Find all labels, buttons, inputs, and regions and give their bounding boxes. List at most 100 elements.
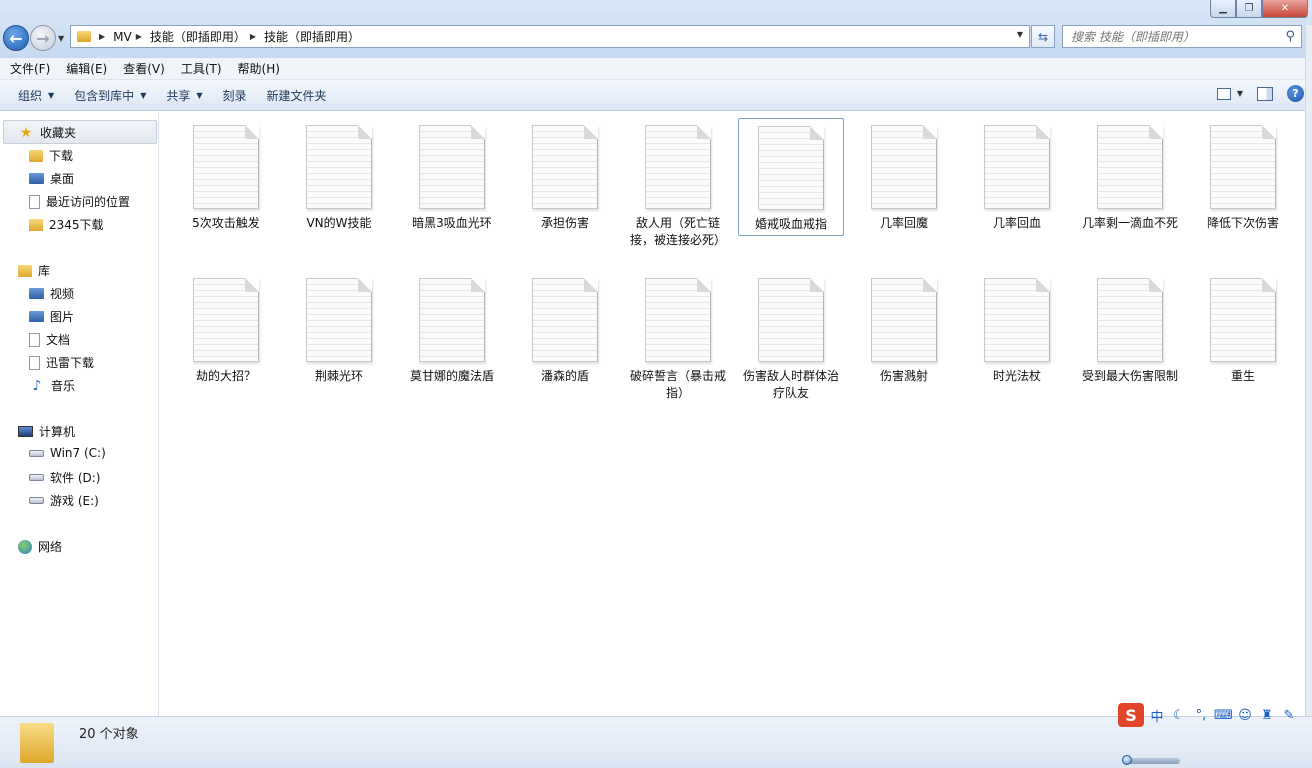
- search-box[interactable]: ⚲: [1062, 25, 1302, 48]
- file-name: 降低下次伤害: [1206, 216, 1279, 230]
- file-item[interactable]: VN的W技能: [286, 118, 392, 232]
- search-input[interactable]: [1071, 29, 1271, 44]
- share-button[interactable]: 共享 ▼: [156, 87, 212, 104]
- file-item[interactable]: 伤害溅射: [851, 271, 957, 385]
- nav-drive-d[interactable]: 软件 (D:): [29, 469, 100, 486]
- nav-label: 最近访问的位置: [46, 195, 131, 209]
- nav-computer[interactable]: 计算机: [18, 423, 75, 440]
- chevron-right-icon[interactable]: ▶: [250, 32, 256, 41]
- file-item[interactable]: 潘森的盾: [512, 271, 618, 385]
- file-item[interactable]: 受到最大伤害限制: [1077, 271, 1183, 385]
- file-item[interactable]: 荆棘光环: [286, 271, 392, 385]
- recent-pages-dropdown-icon[interactable]: ▼: [58, 34, 64, 43]
- file-name: 承担伤害: [540, 216, 589, 230]
- skin-icon[interactable]: ♜: [1258, 708, 1276, 723]
- menu-view[interactable]: 查看(V): [115, 60, 173, 77]
- ime-language[interactable]: 中: [1148, 706, 1166, 725]
- file-name: 伤害溅射: [879, 369, 928, 383]
- nav-favorites[interactable]: ★ 收藏夹: [18, 124, 76, 141]
- vertical-scrollbar[interactable]: [1305, 25, 1312, 725]
- file-item[interactable]: 重生: [1190, 271, 1296, 385]
- nav-2345-downloads[interactable]: 2345下载: [29, 216, 104, 233]
- text-file-icon: [306, 278, 372, 362]
- nav-pictures[interactable]: 图片: [29, 308, 74, 325]
- file-item[interactable]: 时光法杖: [964, 271, 1070, 385]
- minimize-button[interactable]: ▁: [1210, 0, 1236, 18]
- menu-edit[interactable]: 编辑(E): [58, 60, 115, 77]
- nav-downloads[interactable]: 下载: [29, 147, 73, 164]
- preview-pane-icon[interactable]: [1257, 86, 1273, 101]
- file-name: 几率回魔: [879, 216, 928, 230]
- nav-drive-e[interactable]: 游戏 (E:): [29, 492, 99, 509]
- refresh-button[interactable]: ⇆: [1031, 25, 1055, 48]
- file-item[interactable]: 几率剩一滴血不死: [1077, 118, 1183, 232]
- sogou-logo-icon[interactable]: S: [1118, 703, 1144, 727]
- include-library-button[interactable]: 包含到库中 ▼: [64, 87, 156, 104]
- keyboard-icon[interactable]: ⌨: [1214, 708, 1233, 723]
- breadcrumb-skills-2[interactable]: 技能（即插即用）: [264, 28, 360, 45]
- file-item[interactable]: 降低下次伤害: [1190, 118, 1296, 232]
- file-item[interactable]: 承担伤害: [512, 118, 618, 232]
- burn-button[interactable]: 刻录: [213, 87, 257, 104]
- nav-libraries[interactable]: 库: [18, 262, 50, 279]
- maximize-button[interactable]: ❐: [1236, 0, 1262, 18]
- chevron-down-icon[interactable]: ▼: [1237, 89, 1243, 98]
- nav-label: 视频: [50, 287, 75, 301]
- organize-button[interactable]: 组织 ▼: [8, 87, 64, 104]
- document-icon: [29, 332, 40, 347]
- file-item[interactable]: 敌人用（死亡链接，被连接必死）: [625, 118, 731, 249]
- file-item[interactable]: 暗黑3吸血光环: [399, 118, 505, 232]
- back-button[interactable]: ←: [3, 25, 29, 51]
- nav-label: 库: [38, 264, 51, 278]
- file-item[interactable]: 莫甘娜的魔法盾: [399, 271, 505, 385]
- text-file-icon: [532, 125, 598, 209]
- address-dropdown-icon[interactable]: ▼: [1017, 30, 1023, 39]
- chevron-down-icon: ▼: [48, 90, 55, 100]
- text-file-icon: [1097, 125, 1163, 209]
- nav-music[interactable]: ♪ 音乐: [29, 377, 75, 394]
- refresh-icon: ⇆: [1037, 29, 1049, 44]
- chevron-right-icon[interactable]: ▶: [136, 32, 142, 41]
- file-item[interactable]: 劫的大招？: [173, 271, 279, 385]
- nav-drive-c[interactable]: Win7 (C:): [29, 446, 106, 460]
- nav-videos[interactable]: 视频: [29, 285, 74, 302]
- menu-file[interactable]: 文件(F): [2, 60, 58, 77]
- nav-label: 迅雷下载: [46, 356, 95, 370]
- menu-tools[interactable]: 工具(T): [173, 60, 230, 77]
- file-name: 潘森的盾: [540, 369, 589, 383]
- file-item[interactable]: 破碎誓言（暴击戒指）: [625, 271, 731, 402]
- forward-button[interactable]: →: [30, 25, 56, 51]
- menu-help[interactable]: 帮助(H): [230, 60, 288, 77]
- close-button[interactable]: ✕: [1262, 0, 1308, 18]
- nav-network[interactable]: 网络: [18, 538, 62, 555]
- nav-desktop[interactable]: 桌面: [29, 170, 74, 187]
- nav-documents[interactable]: 文档: [29, 331, 70, 348]
- new-folder-button[interactable]: 新建文件夹: [257, 87, 337, 104]
- wrench-icon[interactable]: ✎: [1280, 708, 1298, 723]
- search-icon[interactable]: ⚲: [1285, 29, 1295, 44]
- file-item[interactable]: 几率回血: [964, 118, 1070, 232]
- file-item[interactable]: 婚戒吸血戒指: [738, 118, 844, 236]
- punctuation-icon[interactable]: °,: [1192, 708, 1210, 723]
- help-icon[interactable]: ?: [1287, 85, 1304, 102]
- breadcrumb-mv[interactable]: MV: [113, 30, 132, 44]
- chevron-right-icon[interactable]: ▶: [99, 32, 105, 41]
- nav-thunder-downloads[interactable]: 迅雷下载: [29, 354, 94, 371]
- user-icon[interactable]: ☺: [1236, 708, 1254, 723]
- arrow-left-icon: ←: [9, 28, 23, 48]
- breadcrumb-skills-1[interactable]: 技能（即插即用）: [150, 28, 246, 45]
- file-list-view[interactable]: 5次攻击触发 VN的W技能 暗黑3吸血光环 承担伤害 敌人用（死亡链接，被连接必死） 婚戒…: [160, 112, 1305, 716]
- text-file-icon: [984, 278, 1050, 362]
- file-item[interactable]: 伤害敌人时群体治疗队友: [738, 271, 844, 402]
- moon-icon[interactable]: ☾: [1170, 708, 1188, 723]
- slider-handle[interactable]: [1122, 755, 1132, 765]
- icon-size-slider[interactable]: [1122, 755, 1180, 765]
- file-item[interactable]: 几率回魔: [851, 118, 957, 232]
- file-name: 破碎誓言（暴击戒指）: [630, 369, 727, 400]
- title-bar: ▁ ❐ ✕ ← → ▼ ▶ MV ▶ 技能（即插即用） ▶ 技能（即插即用） ▼…: [0, 0, 1312, 58]
- nav-recent[interactable]: 最近访问的位置: [29, 193, 130, 210]
- address-bar[interactable]: ▶ MV ▶ 技能（即插即用） ▶ 技能（即插即用） ▼: [70, 25, 1030, 48]
- change-view-icon[interactable]: [1216, 87, 1231, 100]
- details-pane: 20 个对象: [0, 716, 1312, 768]
- file-item[interactable]: 5次攻击触发: [173, 118, 279, 232]
